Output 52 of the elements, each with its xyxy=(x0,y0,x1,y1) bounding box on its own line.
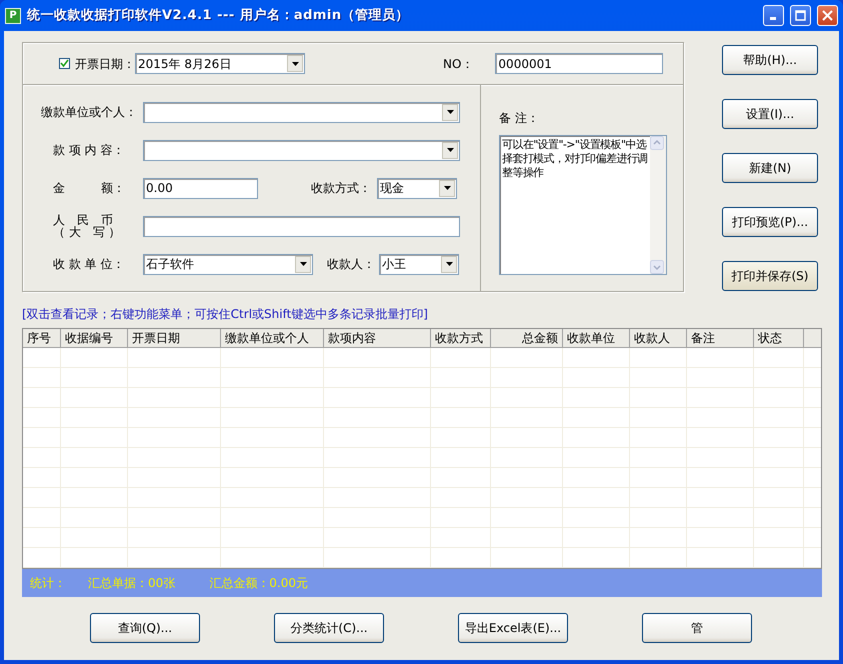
amount-field[interactable]: 0.00 xyxy=(143,178,258,198)
action-button[interactable]: 帮助(H)... xyxy=(722,45,818,75)
action-button[interactable]: 导出Excel表(E)... xyxy=(458,613,568,643)
action-button[interactable]: 新建(N) xyxy=(722,153,818,183)
maximize-icon xyxy=(795,10,806,21)
total-amount-text: 汇总金额：0.00元 xyxy=(209,575,308,592)
action-button[interactable]: 查询(Q)... xyxy=(90,613,200,643)
field-label: 收款人： xyxy=(327,256,375,273)
amount-in-words-field[interactable] xyxy=(143,216,460,236)
record-count-text: 汇总单据：00张 xyxy=(88,575,176,592)
action-button[interactable]: 设置(I)... xyxy=(722,99,818,129)
app-icon: P xyxy=(5,8,21,24)
field-label: （ 大 写 ） xyxy=(53,226,121,238)
payee-dropdown[interactable]: 小王 xyxy=(379,254,459,274)
field-label: 开票日期： xyxy=(75,56,135,72)
hint-text: [双击查看记录；右键功能菜单；可按住Ctrl或Shift键选中多条记录批量打印] xyxy=(22,306,429,323)
field-label: NO： xyxy=(443,56,474,72)
field-label: 款 项 内 容： xyxy=(52,142,126,159)
stats-label: 统计： xyxy=(30,575,66,592)
field-label: 金 额： xyxy=(52,180,126,197)
column-header[interactable]: 状态 xyxy=(754,329,804,347)
column-header[interactable]: 缴款单位或个人 xyxy=(221,329,324,347)
column-header[interactable]: 款项内容 xyxy=(324,329,431,347)
field-label: 缴款单位或个人： xyxy=(40,104,138,121)
column-header[interactable]: 收款单位 xyxy=(563,329,630,347)
action-button[interactable]: 管 xyxy=(642,613,752,643)
column-header[interactable]: 收据编号 xyxy=(61,329,128,347)
field-label: 收 款 单 位： xyxy=(52,256,126,273)
action-button[interactable]: 打印预览(P)... xyxy=(722,207,818,237)
remark-label: 备 注： xyxy=(499,110,539,127)
column-header[interactable]: 开票日期 xyxy=(128,329,221,347)
column-header[interactable]: 序号 xyxy=(23,329,61,347)
column-header[interactable]: 收款方式 xyxy=(431,329,491,347)
remark-field[interactable]: 可以在"设置"->"设置模板"中选择套打模式，对打印偏差进行调整等操作 xyxy=(499,135,667,275)
payment-method-dropdown[interactable]: 现金 xyxy=(377,178,457,198)
close-icon xyxy=(822,10,833,21)
receiving-unit-dropdown[interactable]: 石子软件 xyxy=(143,254,313,274)
field-label: 人 民 币 xyxy=(53,214,113,226)
close-button[interactable] xyxy=(817,5,838,26)
date-dropdown[interactable]: 2015年 8月26日 xyxy=(135,53,305,74)
action-button[interactable]: 打印并保存(S) xyxy=(722,261,818,291)
checkbox[interactable] xyxy=(59,58,70,69)
column-header[interactable]: 备注 xyxy=(687,329,754,347)
column-header[interactable]: 收款人 xyxy=(630,329,687,347)
window-title: 统一收款收据打印软件V2.4.1 --- 用户名：admin（管理员） xyxy=(27,6,410,25)
column-header[interactable]: 总金额 xyxy=(491,329,563,347)
field-label: 收款方式： xyxy=(311,180,371,197)
records-table[interactable]: 序号 收据编号 开票日期 缴款单位或个人 款项内容 收款方式 总金额 收款单位 收款人 备注 状态 xyxy=(22,328,822,569)
number-field[interactable]: 0000001 xyxy=(495,53,664,74)
action-button[interactable]: 分类统计(C)... xyxy=(274,613,384,643)
maximize-button[interactable] xyxy=(790,5,811,26)
minimize-button[interactable] xyxy=(763,5,784,26)
